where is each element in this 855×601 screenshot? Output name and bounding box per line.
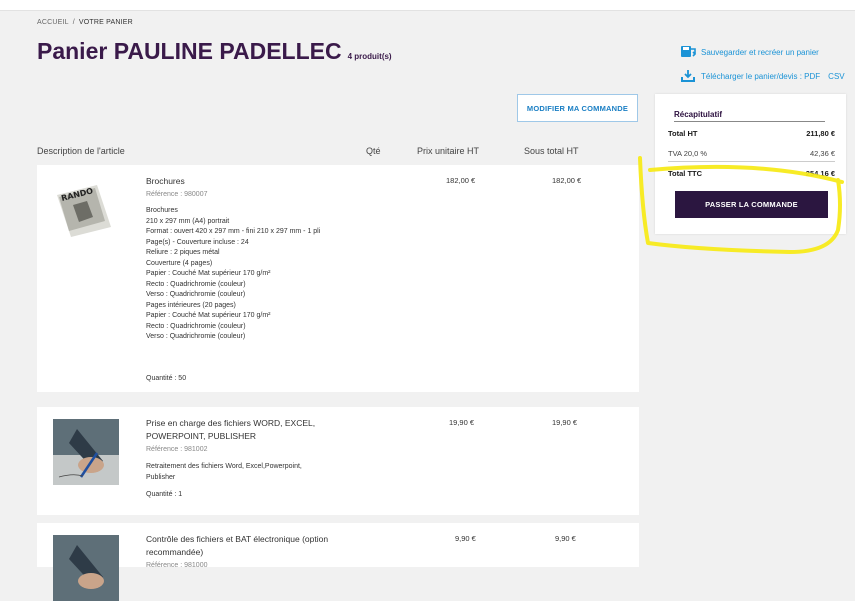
download-icon (681, 70, 695, 82)
item-details: Retraitement des fichiers Word, Excel,Po… (146, 462, 321, 483)
detail-line: Couverture (4 pages) (146, 259, 213, 267)
summary-divider (668, 161, 835, 162)
tva-label: TVA 20,0 % (668, 149, 708, 158)
page-title: Panier PAULINE PADELLEC 4 produit(s) (37, 38, 392, 65)
item-title[interactable]: Contrôle des fichiers et BAT électroniqu… (146, 533, 366, 559)
item-reference: Référence : 981002 (146, 446, 208, 453)
tva-value: 42,36 € (809, 149, 835, 158)
item-quantity: Quantité : 1 (146, 491, 183, 498)
detail-line: Papier : Couché Mat supérieur 170 g/m² (146, 270, 271, 277)
item-name: Prise en charge des fichiers WORD, EXCEL… (146, 417, 366, 456)
download-quote-row: Télécharger le panier/devis : PDF CSV (680, 68, 845, 84)
top-bar (0, 0, 855, 11)
breadcrumb-home-link[interactable]: ACCUEIL (37, 19, 69, 26)
cart-item: RANDO Brochures Référence : 980007 Broch… (37, 165, 639, 392)
item-reference: Référence : 980007 (146, 191, 208, 198)
item-quantity: Quantité : 50 (146, 375, 187, 382)
modify-order-button[interactable]: MODIFIER MA COMMANDE (517, 94, 638, 122)
item-reference: Référence : 981000 (146, 562, 208, 569)
item-title[interactable]: Prise en charge des fichiers WORD, EXCEL… (146, 417, 366, 443)
download-pdf-link[interactable]: Télécharger le panier/devis : PDF (701, 72, 820, 81)
save-cart-label: Sauvegarder et recréer un panier (701, 47, 819, 57)
item-subtotal: 182,00 € (552, 176, 582, 185)
detail-line: 210 x 297 mm (A4) portrait (146, 217, 230, 225)
total-ttc-label: Total TTC (668, 169, 703, 178)
column-header-qty: Qté (366, 146, 381, 156)
total-ht-value: 211,80 € (806, 129, 835, 138)
summary-tva: TVA 20,0 % 42,36 € (668, 149, 835, 158)
detail-line: Verso : Quadrichromie (couleur) (146, 333, 246, 340)
checkout-button[interactable]: PASSER LA COMMANDE (675, 191, 828, 218)
detail-line: Pages intérieures (20 pages) (146, 301, 236, 309)
detail-line: Recto : Quadrichromie (couleur) (146, 280, 246, 288)
breadcrumb-separator: / (72, 19, 75, 26)
detail-line: Retraitement des fichiers Word, Excel,Po… (146, 463, 302, 481)
summary-total-ttc: Total TTC 254,16 € (668, 169, 835, 178)
summary-total-ht: Total HT 211,80 € (668, 129, 835, 138)
product-thumbnail[interactable] (53, 419, 119, 485)
writing-hand-image-icon (53, 535, 119, 601)
product-thumbnail[interactable]: RANDO (53, 177, 119, 243)
detail-line: Recto : Quadrichromie (couleur) (146, 322, 246, 330)
total-ht-label: Total HT (668, 129, 698, 138)
summary-title: Récapitulatif (674, 110, 723, 119)
item-name: Contrôle des fichiers et BAT électroniqu… (146, 533, 366, 572)
detail-line: Papier : Couché Mat supérieur 170 g/m² (146, 312, 271, 319)
breadcrumb: ACCUEIL / VOTRE PANIER (37, 19, 133, 26)
cart-page: ACCUEIL / VOTRE PANIER Panier PAULINE PADE… (0, 0, 855, 601)
item-unit-price: 9,90 € (455, 534, 476, 543)
writing-hand-image-icon (53, 419, 119, 485)
item-name: Brochures Référence : 980007 (146, 175, 366, 201)
item-subtotal: 19,90 € (552, 418, 578, 427)
cart-actions: Sauvegarder et recréer un panier Télécha… (680, 44, 845, 92)
cart-count: 4 produit(s) (347, 52, 392, 61)
save-cart-icon (681, 46, 696, 57)
item-title[interactable]: Brochures (146, 175, 366, 188)
item-unit-price: 182,00 € (446, 176, 476, 185)
summary-panel: Récapitulatif Total HT 211,80 € TVA 20,0… (655, 94, 846, 234)
column-header-subtotal: Sous total HT (524, 146, 579, 156)
detail-line: Verso : Quadrichromie (couleur) (146, 291, 246, 298)
detail-line: Brochures (146, 207, 178, 214)
detail-line: Reliure : 2 piques métal (146, 249, 220, 256)
total-ttc-value: 254,16 € (805, 169, 835, 178)
brochure-image-icon: RANDO (53, 177, 119, 243)
download-csv-link[interactable]: CSV (828, 72, 844, 81)
cart-item: Prise en charge des fichiers WORD, EXCEL… (37, 407, 639, 515)
item-subtotal: 9,90 € (555, 534, 576, 543)
item-details: Brochures 210 x 297 mm (A4) portrait For… (146, 206, 321, 343)
cart-title: Panier PAULINE PADELLEC (37, 38, 342, 64)
detail-line: Page(s) - Couverture incluse : 24 (146, 238, 249, 246)
product-thumbnail[interactable] (53, 535, 119, 601)
item-unit-price: 19,90 € (449, 418, 475, 427)
column-header-description: Description de l'article (37, 146, 125, 156)
cart-item: Contrôle des fichiers et BAT électroniqu… (37, 523, 639, 601)
column-header-unit-price: Prix unitaire HT (417, 146, 480, 156)
summary-divider (674, 121, 825, 122)
breadcrumb-current: VOTRE PANIER (78, 19, 133, 26)
detail-line: Format : ouvert 420 x 297 mm - fini 210 … (146, 228, 321, 235)
save-cart-link[interactable]: Sauvegarder et recréer un panier (680, 44, 845, 60)
